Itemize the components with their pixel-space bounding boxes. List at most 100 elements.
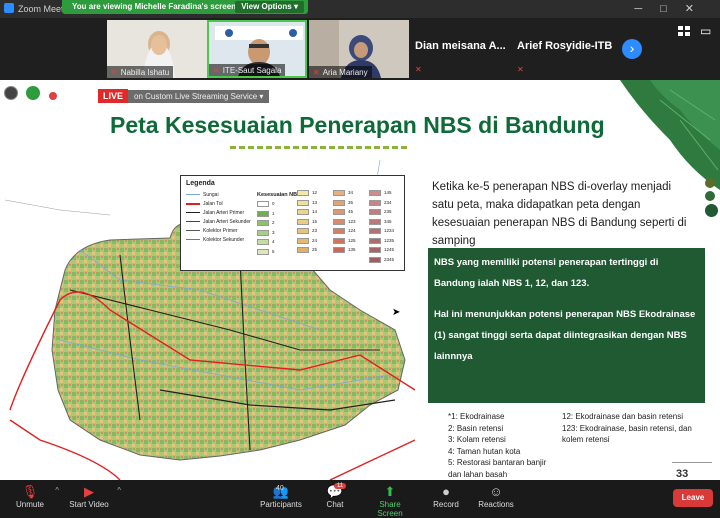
legend-line-item: Kolektor Sekunder	[186, 237, 244, 243]
bullet-dot	[705, 204, 718, 217]
chat-badge: 11	[334, 483, 347, 489]
legend-class-label: 2345	[384, 256, 395, 262]
legend-class-swatch	[369, 199, 381, 206]
live-label: LIVE	[98, 89, 129, 103]
legend-class-swatch	[297, 247, 309, 253]
record-button[interactable]: ● Record	[432, 484, 460, 509]
legend-class-swatch	[257, 248, 269, 255]
next-page-button[interactable]: ›	[622, 39, 642, 59]
participant-name-large: Dian meisana A...	[415, 40, 506, 52]
collapse-icon[interactable]: ▭	[700, 24, 711, 38]
view-options-button[interactable]: View Options ▾	[235, 1, 304, 13]
legend-class-label: 24	[312, 237, 318, 243]
legend-class-label: 345	[384, 218, 392, 224]
legend-class-label: 34	[348, 190, 354, 195]
bullet-dot	[705, 178, 715, 188]
legend-class-label: 135	[348, 247, 356, 252]
legend-line-label: Jalan Arteri Primer	[203, 210, 245, 216]
live-service-text: on Custom Live Streaming Service	[134, 92, 258, 101]
gallery-view-icon[interactable]	[678, 26, 690, 36]
legend-class-label: 1	[272, 210, 275, 216]
legend-class-label: 3	[272, 229, 275, 235]
note-item: 123: Ekodrainase, basin retensi, dan kol…	[562, 423, 692, 445]
participant-tile[interactable]: Arief Rosyidie-ITB ✕	[513, 20, 619, 78]
legend-class-label: 45	[348, 209, 354, 214]
legend-class-label: 1234	[384, 228, 395, 233]
chevron-up-icon[interactable]: ^	[117, 486, 121, 495]
muted-mic-icon: ✕	[213, 66, 220, 75]
chat-button[interactable]: 💬 11 Chat	[322, 483, 348, 509]
live-service: on Custom Live Streaming Service ▾	[128, 90, 270, 103]
legend-class-swatch	[369, 190, 381, 196]
highlight-box: NBS yang memiliki potensi penerapan tert…	[428, 248, 705, 403]
muted-mic-icon: ✕	[111, 68, 118, 77]
participant-tile[interactable]: ✕ Aria Mariany	[309, 20, 409, 78]
legend-class-label: 23	[312, 228, 318, 233]
legend-line-item: Sungai	[186, 192, 219, 198]
note-item: 5: Restorasi bantaran banjir dan lahan b…	[448, 458, 547, 479]
unmute-button[interactable]: 🎙 Unmute ^	[10, 484, 59, 509]
shield-icon[interactable]	[26, 86, 41, 100]
note-item: 2: Basin retensi	[448, 423, 504, 433]
share-screen-button[interactable]: ⬆ Share Screen	[366, 484, 414, 518]
participant-name-text: ITE-Saut Sagala	[222, 66, 282, 75]
line-swatch	[186, 194, 200, 196]
reactions-button[interactable]: ☺ Reactions	[478, 484, 514, 509]
recording-dot-icon	[48, 92, 57, 100]
participant-tile[interactable]: Dian meisana A... ✕	[411, 20, 511, 78]
legend-class-swatch	[257, 210, 269, 217]
line-swatch	[186, 202, 200, 205]
highlight-text-2: Hal ini menunjukkan potensi penerapan NB…	[434, 309, 696, 362]
participant-tile-active[interactable]: ✕ ITE-Saut Sagala	[207, 20, 307, 78]
page-divider	[672, 462, 712, 463]
smiley-icon: ☺	[489, 484, 503, 499]
record-label: Record	[433, 500, 459, 509]
legend-line-label: Kolektor Sekunder	[203, 237, 245, 243]
legend-class-swatch	[333, 218, 345, 225]
info-icon[interactable]	[4, 86, 18, 100]
legend-class-swatch	[333, 247, 345, 253]
legend-class-swatch	[369, 228, 381, 234]
legend-class-swatch	[297, 218, 309, 225]
share-status-icons	[4, 86, 61, 105]
mouse-cursor-icon: ➤	[392, 307, 401, 318]
chat-label: Chat	[326, 500, 344, 509]
window-controls[interactable]: ─□✕	[634, 2, 712, 15]
share-screen-label: Share Screen	[377, 500, 403, 518]
live-badge[interactable]: LIVE on Custom Live Streaming Service ▾	[98, 86, 270, 103]
note-item: 4: Taman hutan kota	[448, 446, 521, 456]
muted-mic-icon: 🎙	[21, 484, 39, 499]
chevron-up-icon[interactable]: ^	[55, 486, 59, 495]
legend-class-swatch	[369, 237, 381, 244]
legend-line-item: Kolektor Primer	[186, 228, 237, 234]
participants-button[interactable]: 👥 40 Participants	[258, 484, 304, 509]
line-swatch	[186, 230, 200, 232]
line-swatch	[186, 239, 200, 241]
legend-class-label: 25	[312, 247, 318, 252]
start-video-button[interactable]: ▶ Start Video ^	[66, 484, 121, 509]
legend-class-swatch	[257, 239, 269, 245]
map-legend: Legenda Kesesuaian NBS Sungai Jalan Tol …	[180, 175, 405, 271]
unmute-label: Unmute	[15, 500, 44, 509]
legend-class-label: 12	[312, 190, 318, 195]
legend-class-label: 145	[384, 190, 392, 195]
record-icon: ●	[442, 484, 450, 499]
muted-mic-icon: ✕	[517, 65, 524, 74]
viewing-banner: You are viewing Michelle Faradina's scre…	[62, 0, 308, 14]
legend-class-label: 4	[272, 239, 275, 244]
participant-name-text: Aria Mariany	[322, 68, 368, 77]
muted-mic-icon: ✕	[313, 68, 320, 77]
legend-class-label: 35	[348, 199, 354, 205]
legend-class-swatch	[257, 201, 269, 207]
zoom-app-icon	[4, 3, 14, 13]
legend-line-item: Jalan Arteri Primer	[186, 210, 244, 216]
participant-name: ✕ Aria Mariany	[309, 66, 372, 78]
leave-button[interactable]: Leave	[673, 489, 713, 507]
participant-strip: ✕ Nabilla Ishatu ✕ ITE-Saut Sagala ✕ Aria M…	[0, 18, 720, 80]
legend-class-swatch	[369, 256, 381, 263]
participant-name-text: Nabilla Ishatu	[120, 68, 170, 77]
legend-class-swatch	[297, 237, 309, 244]
line-swatch	[186, 221, 200, 223]
notes-column-2: 12: Ekodrainase dan basin retensi 123: E…	[562, 411, 692, 446]
participant-tile[interactable]: ✕ Nabilla Ishatu	[107, 20, 207, 78]
